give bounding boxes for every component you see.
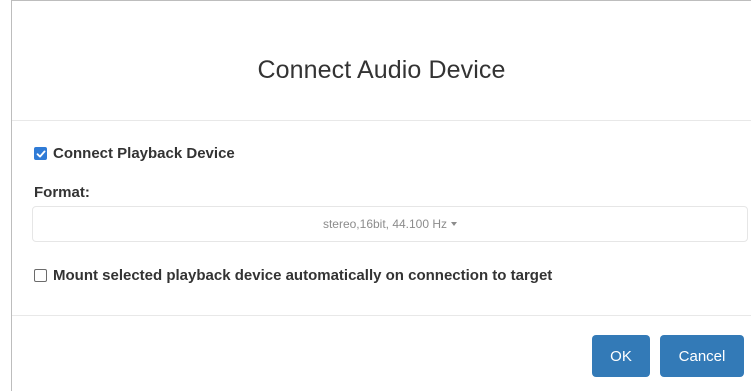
connect-playback-checkbox[interactable] — [34, 147, 47, 160]
mount-automatically-row[interactable]: Mount selected playback device automatic… — [34, 267, 552, 284]
format-selected-value[interactable]: stereo,16bit, 44.100 Hz — [323, 217, 447, 231]
checkmark-icon — [36, 150, 45, 157]
mount-automatically-checkbox[interactable] — [34, 269, 47, 282]
connect-playback-row[interactable]: Connect Playback Device — [34, 145, 235, 162]
ok-button[interactable]: OK — [592, 335, 650, 377]
caret-down-icon[interactable] — [451, 222, 458, 226]
connect-playback-label[interactable]: Connect Playback Device — [53, 145, 235, 162]
format-label: Format: — [34, 184, 90, 201]
cancel-button[interactable]: Cancel — [660, 335, 744, 377]
connect-audio-dialog: Connect Audio Device Connect Playback De… — [11, 0, 751, 391]
dialog-title: Connect Audio Device — [257, 56, 506, 84]
mount-automatically-label[interactable]: Mount selected playback device automatic… — [53, 267, 552, 284]
format-select[interactable]: stereo,16bit, 44.100 Hz — [32, 206, 748, 242]
footer-divider — [12, 315, 751, 316]
dialog-header: Connect Audio Device — [12, 1, 751, 121]
